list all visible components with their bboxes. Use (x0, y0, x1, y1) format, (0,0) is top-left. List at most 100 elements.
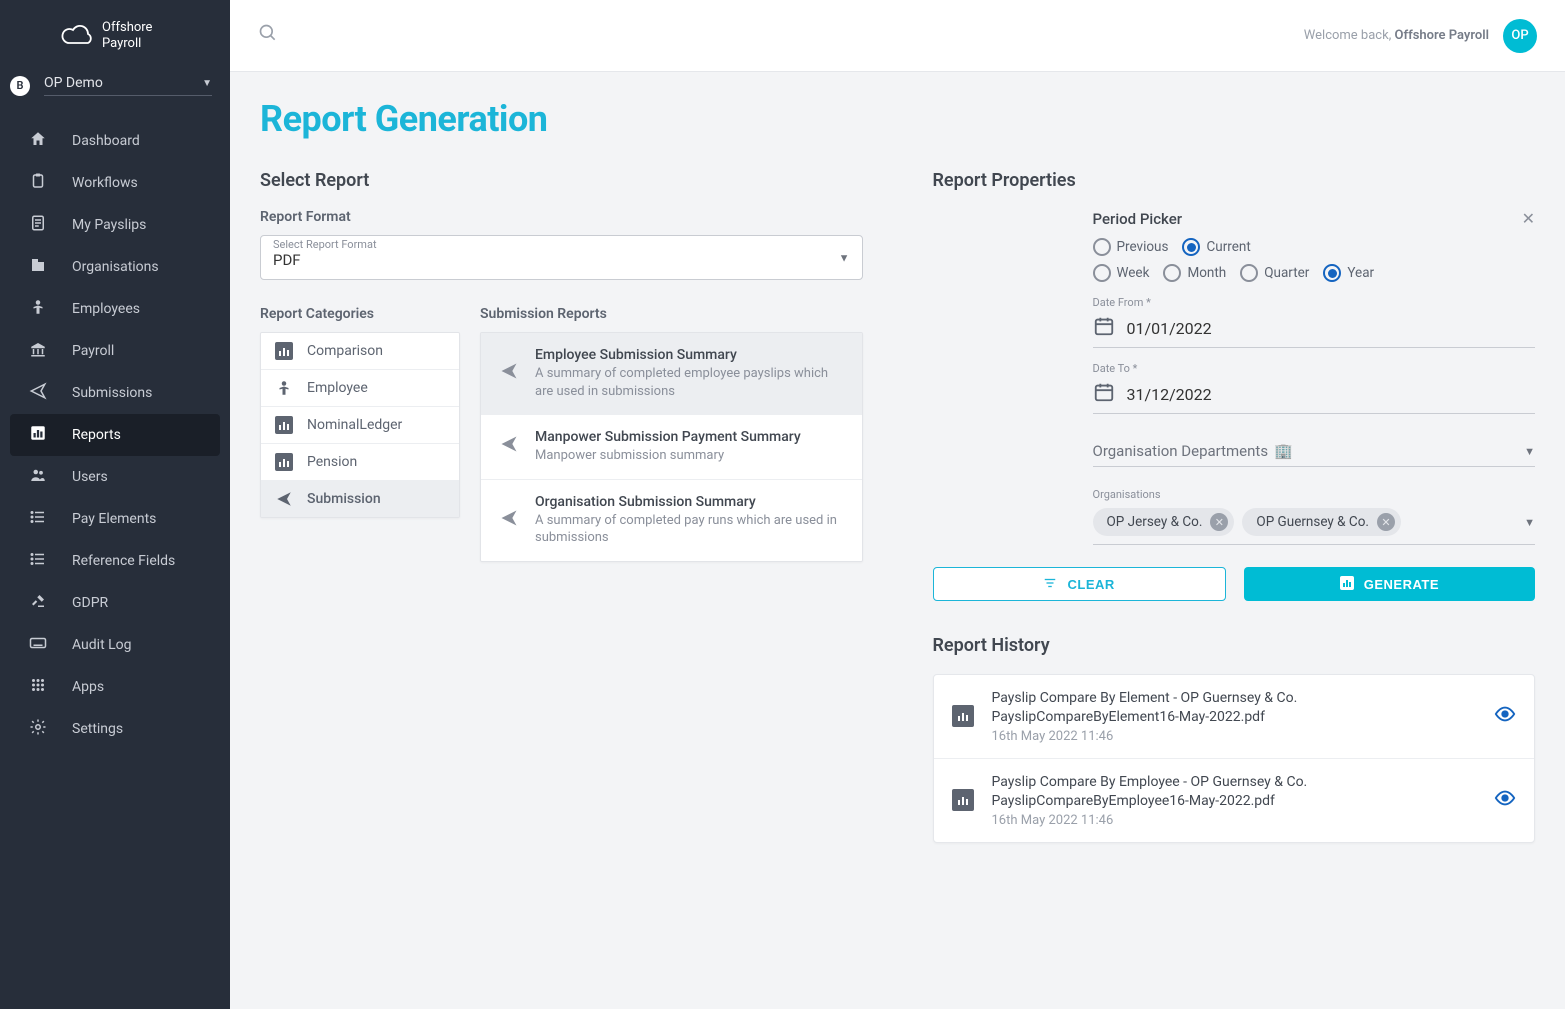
grid-icon (28, 676, 48, 698)
nav-item-settings[interactable]: Settings (0, 708, 230, 750)
send-icon (275, 490, 293, 508)
period-picker-title: Period Picker (1093, 210, 1183, 228)
history-title: Payslip Compare By Element - OP Guernsey… (992, 689, 1477, 727)
send-icon (499, 434, 519, 459)
nav-item-employees[interactable]: Employees (0, 288, 230, 330)
chip-label: OP Jersey & Co. (1107, 514, 1203, 530)
calendar-icon[interactable] (1093, 315, 1115, 341)
nav-label: Employees (72, 301, 140, 317)
avatar[interactable]: OP (1503, 19, 1537, 53)
nav-label: Organisations (72, 259, 159, 275)
report-properties-col: Report Properties Period Picker ✕ Previo… (933, 170, 1536, 843)
nav-item-workflows[interactable]: Workflows (0, 162, 230, 204)
search-icon[interactable] (258, 23, 278, 48)
date-from-input[interactable]: 01/01/2022 (1093, 311, 1536, 348)
nav-item-organisations[interactable]: Organisations (0, 246, 230, 288)
report-format-value: PDF (273, 251, 301, 269)
chart-icon (1340, 576, 1354, 593)
report-format-heading: Report Format (260, 209, 863, 225)
report-desc: A summary of completed pay runs which ar… (535, 512, 844, 547)
clipboard-icon (28, 172, 48, 194)
radio-quarter-label: Quarter (1264, 265, 1309, 281)
radio-month[interactable]: Month (1163, 264, 1226, 282)
report-item[interactable]: Organisation Submission Summary A summary… (481, 480, 862, 561)
radio-current[interactable]: Current (1182, 238, 1250, 256)
caret-down-icon: ▼ (1524, 445, 1535, 458)
chart-icon (275, 453, 293, 471)
category-comparison[interactable]: Comparison (261, 333, 459, 370)
close-icon[interactable]: ✕ (1522, 209, 1535, 228)
clear-button[interactable]: CLEAR (933, 567, 1226, 601)
report-categories-heading: Report Categories (260, 306, 460, 322)
eye-icon[interactable] (1494, 787, 1516, 814)
date-to-value: 31/12/2022 (1127, 385, 1212, 404)
report-list: Employee Submission SummaryA summary of … (480, 332, 863, 562)
category-nominalledger[interactable]: NominalLedger (261, 407, 459, 444)
select-report-heading: Select Report (260, 170, 863, 191)
report-properties-heading: Report Properties (933, 170, 1536, 191)
clear-label: CLEAR (1067, 577, 1114, 592)
category-pension[interactable]: Pension (261, 444, 459, 481)
person-icon (28, 298, 48, 320)
nav-item-payroll[interactable]: Payroll (0, 330, 230, 372)
category-list: ComparisonEmployeeNominalLedger Pension Su… (260, 332, 460, 518)
report-format-float-label: Select Report Format (273, 238, 377, 251)
date-from-label: Date From * (1093, 296, 1536, 309)
caret-down-icon[interactable]: ▼ (1524, 516, 1535, 529)
nav-label: Reports (72, 427, 121, 443)
chip-remove-icon[interactable]: ✕ (1210, 513, 1228, 531)
category-submission[interactable]: Submission (261, 481, 459, 517)
nav-item-dashboard[interactable]: Dashboard (0, 120, 230, 162)
generate-label: GENERATE (1364, 577, 1439, 592)
nav-item-users[interactable]: Users (0, 456, 230, 498)
eye-icon[interactable] (1494, 703, 1516, 730)
org-chip: OP Guernsey & Co. ✕ (1242, 508, 1401, 536)
logo: Offshore Payroll (0, 0, 230, 61)
nav-label: Users (72, 469, 108, 485)
generate-button[interactable]: GENERATE (1244, 567, 1535, 601)
send-icon (499, 361, 519, 386)
building-icon: 🏢 (1274, 442, 1293, 460)
departments-select[interactable]: Organisation Departments 🏢 ▼ (1093, 442, 1536, 467)
history-item[interactable]: Payslip Compare By Employee - OP Guernse… (934, 759, 1535, 842)
report-item[interactable]: Employee Submission SummaryA summary of … (481, 333, 862, 415)
date-to-input[interactable]: 31/12/2022 (1093, 377, 1536, 414)
organisations-select[interactable]: OP Jersey & Co. ✕ OP Guernsey & Co. ✕ ▼ (1093, 502, 1536, 545)
category-employee[interactable]: Employee (261, 370, 459, 407)
nav-item-reference-fields[interactable]: Reference Fields (0, 540, 230, 582)
nav-item-audit-log[interactable]: Audit Log (0, 624, 230, 666)
radio-week-label: Week (1117, 265, 1150, 281)
radio-week[interactable]: Week (1093, 264, 1150, 282)
chip-label: OP Guernsey & Co. (1256, 514, 1369, 530)
nav-item-reports[interactable]: Reports (10, 414, 220, 456)
cloud-icon (60, 23, 96, 49)
category-label: Pension (307, 454, 357, 470)
date-to-label: Date To * (1093, 362, 1536, 375)
users-icon (28, 466, 48, 488)
gear-icon (28, 718, 48, 740)
chip-remove-icon[interactable]: ✕ (1377, 513, 1395, 531)
org-selector[interactable]: OP Demo ▼ (44, 75, 212, 96)
radio-year[interactable]: Year (1323, 264, 1374, 282)
sidebar: Offshore Payroll B OP Demo ▼ DashboardWo… (0, 0, 230, 1009)
report-title: Organisation Submission Summary (535, 494, 844, 510)
history-item[interactable]: Payslip Compare By Element - OP Guernsey… (934, 675, 1535, 759)
report-format-select[interactable]: Select Report Format PDF ▼ (260, 235, 863, 280)
nav-item-pay-elements[interactable]: Pay Elements (0, 498, 230, 540)
nav-item-my-payslips[interactable]: My Payslips (0, 204, 230, 246)
nav-label: Pay Elements (72, 511, 156, 527)
departments-label: Organisation Departments (1093, 442, 1269, 460)
nav-item-apps[interactable]: Apps (0, 666, 230, 708)
welcome-name: Offshore Payroll (1394, 28, 1489, 43)
nav-item-gdpr[interactable]: GDPR (0, 582, 230, 624)
report-item[interactable]: Manpower Submission Payment SummaryManpo… (481, 415, 862, 480)
submission-reports-heading: Submission Reports (480, 306, 863, 322)
chart-icon (275, 416, 293, 434)
date-from-value: 01/01/2022 (1127, 319, 1212, 338)
calendar-icon[interactable] (1093, 381, 1115, 407)
radio-quarter[interactable]: Quarter (1240, 264, 1309, 282)
history-date: 16th May 2022 11:46 (992, 729, 1477, 744)
send-icon (28, 382, 48, 404)
nav-item-submissions[interactable]: Submissions (0, 372, 230, 414)
radio-previous[interactable]: Previous (1093, 238, 1169, 256)
